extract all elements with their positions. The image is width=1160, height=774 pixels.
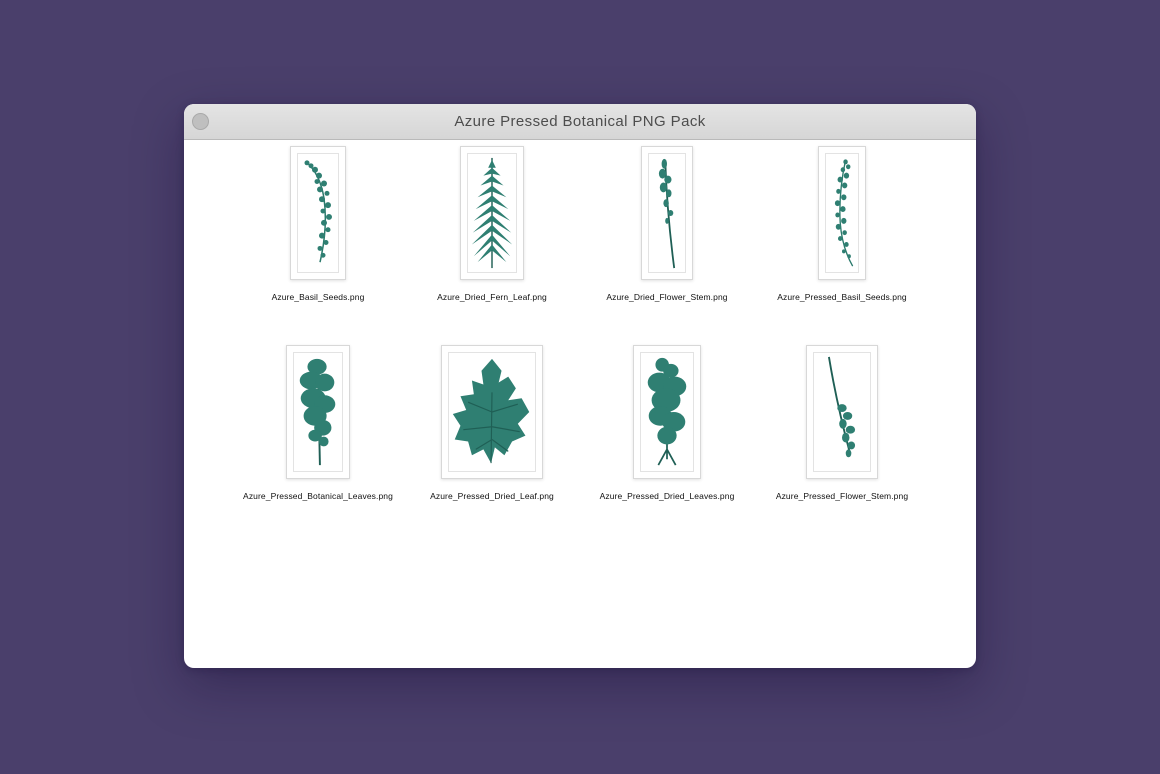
flower-stem-thumbnail [806, 345, 878, 479]
window-title: Azure Pressed Botanical PNG Pack [454, 113, 706, 130]
flower-stem-thumbnail [641, 146, 693, 280]
fern-leaf-thumbnail [460, 146, 524, 280]
file-item[interactable]: Azure_Pressed_Dried_Leaf.png [402, 339, 582, 519]
finder-window: Azure Pressed Botanical PNG Pack Azure_B… [184, 104, 976, 668]
close-button[interactable] [192, 113, 209, 130]
file-item[interactable]: Azure_Basil_Seeds.png [228, 140, 408, 320]
file-item[interactable]: Azure_Pressed_Basil_Seeds.png [752, 140, 932, 320]
basil-seeds-thumbnail [818, 146, 866, 280]
title-bar[interactable]: Azure Pressed Botanical PNG Pack [184, 104, 976, 140]
leaves-thumbnail [286, 345, 350, 479]
dried-leaf-thumbnail [441, 345, 543, 479]
dried-leaves-thumbnail [633, 345, 701, 479]
file-name: Azure_Pressed_Basil_Seeds.png [777, 292, 907, 302]
file-name: Azure_Pressed_Flower_Stem.png [775, 491, 909, 501]
file-item[interactable]: Azure_Pressed_Botanical_Leaves.png [228, 339, 408, 519]
file-item[interactable]: Azure_Pressed_Dried_Leaves.png [577, 339, 757, 519]
file-item[interactable]: Azure_Dried_Flower_Stem.png [577, 140, 757, 320]
basil-seeds-thumbnail [290, 146, 346, 280]
file-item[interactable]: Azure_Dried_Fern_Leaf.png [402, 140, 582, 320]
file-grid: Azure_Basil_Seeds.png Azure_Dried_Fern_L… [184, 140, 976, 668]
file-item[interactable]: Azure_Pressed_Flower_Stem.png [752, 339, 932, 519]
